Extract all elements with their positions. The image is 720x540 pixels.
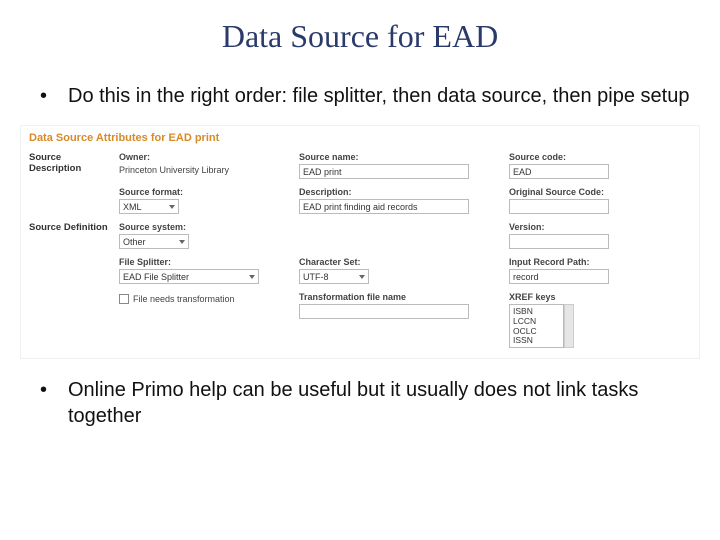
input-record-path[interactable]: record	[509, 269, 609, 284]
label-source-code: Source code:	[509, 152, 691, 162]
field-file-splitter: File Splitter: EAD File Splitter	[119, 257, 289, 284]
field-input-record-path: Input Record Path: record	[509, 257, 691, 284]
field-character-set: Character Set: UTF-8	[299, 257, 499, 284]
label-original-source-code: Original Source Code:	[509, 187, 691, 197]
bullet-list: Do this in the right order: file splitte…	[0, 83, 720, 109]
label-source-system: Source system:	[119, 222, 289, 232]
label-xref-keys: XREF keys	[509, 292, 691, 302]
input-source-name[interactable]: EAD print	[299, 164, 469, 179]
listbox-xref-keys[interactable]: ISBN LCCN OCLC ISSN	[509, 304, 564, 348]
slide: Data Source for EAD Do this in the right…	[0, 0, 720, 540]
field-source-format: Source format: XML	[119, 187, 289, 214]
label-source-name: Source name:	[299, 152, 499, 162]
select-source-system[interactable]: Other	[119, 234, 189, 249]
form-screenshot: Data Source Attributes for EAD print Sou…	[20, 125, 700, 359]
select-character-set[interactable]: UTF-8	[299, 269, 369, 284]
input-source-code[interactable]: EAD	[509, 164, 609, 179]
bullet-list-2: Online Primo help can be useful but it u…	[0, 377, 720, 429]
section-source-definition: Source Definition	[29, 222, 109, 233]
input-original-source-code[interactable]	[509, 199, 609, 214]
field-file-needs-transform: File needs transformation	[119, 294, 289, 304]
field-description: Description: EAD print finding aid recor…	[299, 187, 499, 214]
section-source-description: Source Description	[29, 152, 109, 175]
field-original-source-code: Original Source Code:	[509, 187, 691, 214]
input-version[interactable]	[509, 234, 609, 249]
label-source-format: Source format:	[119, 187, 289, 197]
input-description[interactable]: EAD print finding aid records	[299, 199, 469, 214]
field-source-name: Source name: EAD print	[299, 152, 499, 179]
xref-item: ISSN	[513, 336, 560, 346]
label-input-record-path: Input Record Path:	[509, 257, 691, 267]
bullet-item: Online Primo help can be useful but it u…	[40, 377, 692, 429]
select-source-format[interactable]: XML	[119, 199, 179, 214]
label-owner: Owner:	[119, 152, 289, 162]
label-version: Version:	[509, 222, 691, 232]
form-heading: Data Source Attributes for EAD print	[29, 132, 691, 144]
slide-title: Data Source for EAD	[0, 18, 720, 55]
field-xref-keys: XREF keys ISBN LCCN OCLC ISSN	[509, 292, 691, 348]
label-transform-file: Transformation file name	[299, 292, 499, 302]
checkbox-file-needs-transform[interactable]	[119, 294, 129, 304]
scrollbar-icon[interactable]	[564, 304, 574, 348]
field-transform-file: Transformation file name	[299, 292, 499, 319]
input-transform-file[interactable]	[299, 304, 469, 319]
field-source-code: Source code: EAD	[509, 152, 691, 179]
label-description: Description:	[299, 187, 499, 197]
bullet-item: Do this in the right order: file splitte…	[40, 83, 692, 109]
value-owner: Princeton University Library	[119, 164, 289, 175]
field-version: Version:	[509, 222, 691, 249]
select-file-splitter[interactable]: EAD File Splitter	[119, 269, 259, 284]
label-file-splitter: File Splitter:	[119, 257, 289, 267]
field-owner: Owner: Princeton University Library	[119, 152, 289, 175]
form-grid: Source Description Owner: Princeton Univ…	[29, 152, 691, 348]
field-source-system: Source system: Other	[119, 222, 289, 249]
label-character-set: Character Set:	[299, 257, 499, 267]
label-file-needs-transform: File needs transformation	[133, 294, 235, 304]
